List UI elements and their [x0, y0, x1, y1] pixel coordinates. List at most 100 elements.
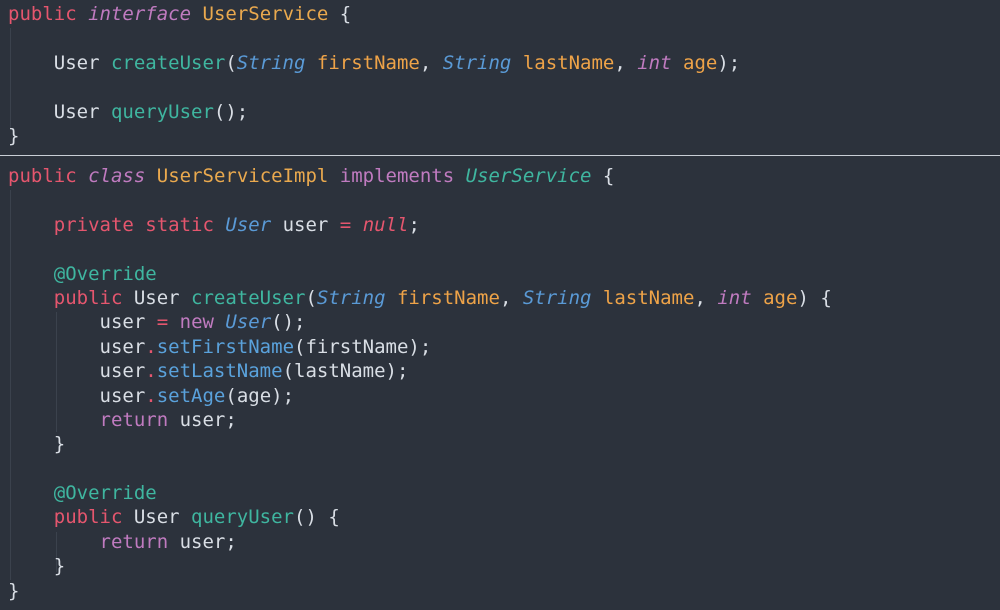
- code-token: }: [8, 433, 66, 456]
- code-token: public: [53, 286, 123, 309]
- code-line: }: [8, 124, 740, 148]
- code-line: user.setLastName(lastName);: [8, 359, 832, 383]
- code-token: return: [99, 408, 169, 431]
- code-token: (lastName);: [282, 360, 409, 383]
- code-token: ,: [614, 51, 638, 74]
- code-token: @Override: [53, 482, 157, 505]
- code-line: public User createUser( String firstName,…: [8, 286, 832, 310]
- code-token: ();: [213, 100, 249, 123]
- code-token: user: [8, 335, 146, 358]
- code-token: class: [88, 165, 146, 187]
- divider: [0, 155, 1000, 156]
- code-token: new: [179, 311, 214, 334]
- code-token: setLastName: [156, 360, 283, 383]
- interface-code-block: public interface UserService { User crea…: [8, 2, 740, 148]
- code-token: age: [683, 51, 718, 74]
- code-token: firstName: [396, 286, 500, 309]
- code-token: =: [156, 311, 169, 334]
- code-line: user.setAge(age);: [8, 384, 832, 408]
- code-token: lastName: [522, 51, 615, 74]
- code-line: @Override: [8, 262, 832, 286]
- code-token: User: [8, 51, 111, 74]
- code-token: {: [328, 3, 352, 25]
- code-token: int: [637, 51, 672, 74]
- code-token: .: [145, 360, 157, 383]
- code-line: user.setFirstName(firstName);: [8, 335, 832, 359]
- code-token: ,: [499, 286, 523, 309]
- code-token: queryUser: [110, 100, 214, 123]
- code-line: }: [8, 432, 832, 456]
- code-token: age: [763, 286, 798, 309]
- code-line: public class UserServiceImpl implements …: [8, 164, 832, 188]
- code-token: user: [8, 384, 146, 407]
- code-token: setFirstName: [156, 335, 295, 358]
- code-token: (firstName);: [294, 335, 432, 358]
- code-token: static: [145, 213, 214, 236]
- code-token: );: [717, 51, 741, 74]
- code-token: firstName: [316, 51, 420, 74]
- code-token: user: [8, 311, 157, 334]
- code-token: (: [305, 286, 317, 309]
- code-token: createUser: [110, 51, 226, 74]
- code-token: .: [145, 384, 157, 407]
- class-code-block: public class UserServiceImpl implements …: [8, 164, 832, 603]
- code-token: ,: [694, 286, 718, 309]
- code-token: user;: [168, 530, 237, 553]
- code-token: public: [8, 3, 77, 25]
- code-token: .: [145, 335, 157, 358]
- code-token: }: [8, 555, 66, 578]
- code-token: implements: [339, 165, 455, 187]
- code-token: lastName: [602, 286, 695, 309]
- code-token: ;: [408, 213, 420, 236]
- code-token: private: [53, 213, 134, 236]
- code-token: public: [53, 506, 123, 529]
- code-token: User: [225, 213, 272, 236]
- code-token: user: [271, 213, 340, 236]
- code-line: User createUser(String firstName, String…: [8, 51, 740, 75]
- code-line: }: [8, 554, 832, 578]
- code-token: {: [591, 165, 615, 187]
- code-token: ) {: [797, 286, 832, 309]
- code-token: int: [717, 286, 752, 309]
- code-token: User: [122, 286, 192, 309]
- code-token: user: [8, 360, 146, 383]
- code-token: @Override: [53, 262, 157, 285]
- code-line: private static User user = null;: [8, 213, 832, 237]
- code-token: return: [99, 530, 169, 553]
- code-line: return user;: [8, 530, 832, 554]
- code-token: }: [8, 579, 20, 602]
- code-token: User: [8, 100, 111, 123]
- code-line: public interface UserService {: [8, 2, 740, 26]
- code-token: User: [225, 311, 272, 334]
- code-token: createUser: [191, 286, 306, 309]
- code-token: String: [442, 51, 512, 74]
- code-token: null: [362, 213, 409, 236]
- code-line: public User queryUser() {: [8, 505, 832, 529]
- code-token: UserServiceImpl: [156, 165, 329, 187]
- code-token: () {: [294, 506, 340, 529]
- code-token: String: [522, 286, 592, 309]
